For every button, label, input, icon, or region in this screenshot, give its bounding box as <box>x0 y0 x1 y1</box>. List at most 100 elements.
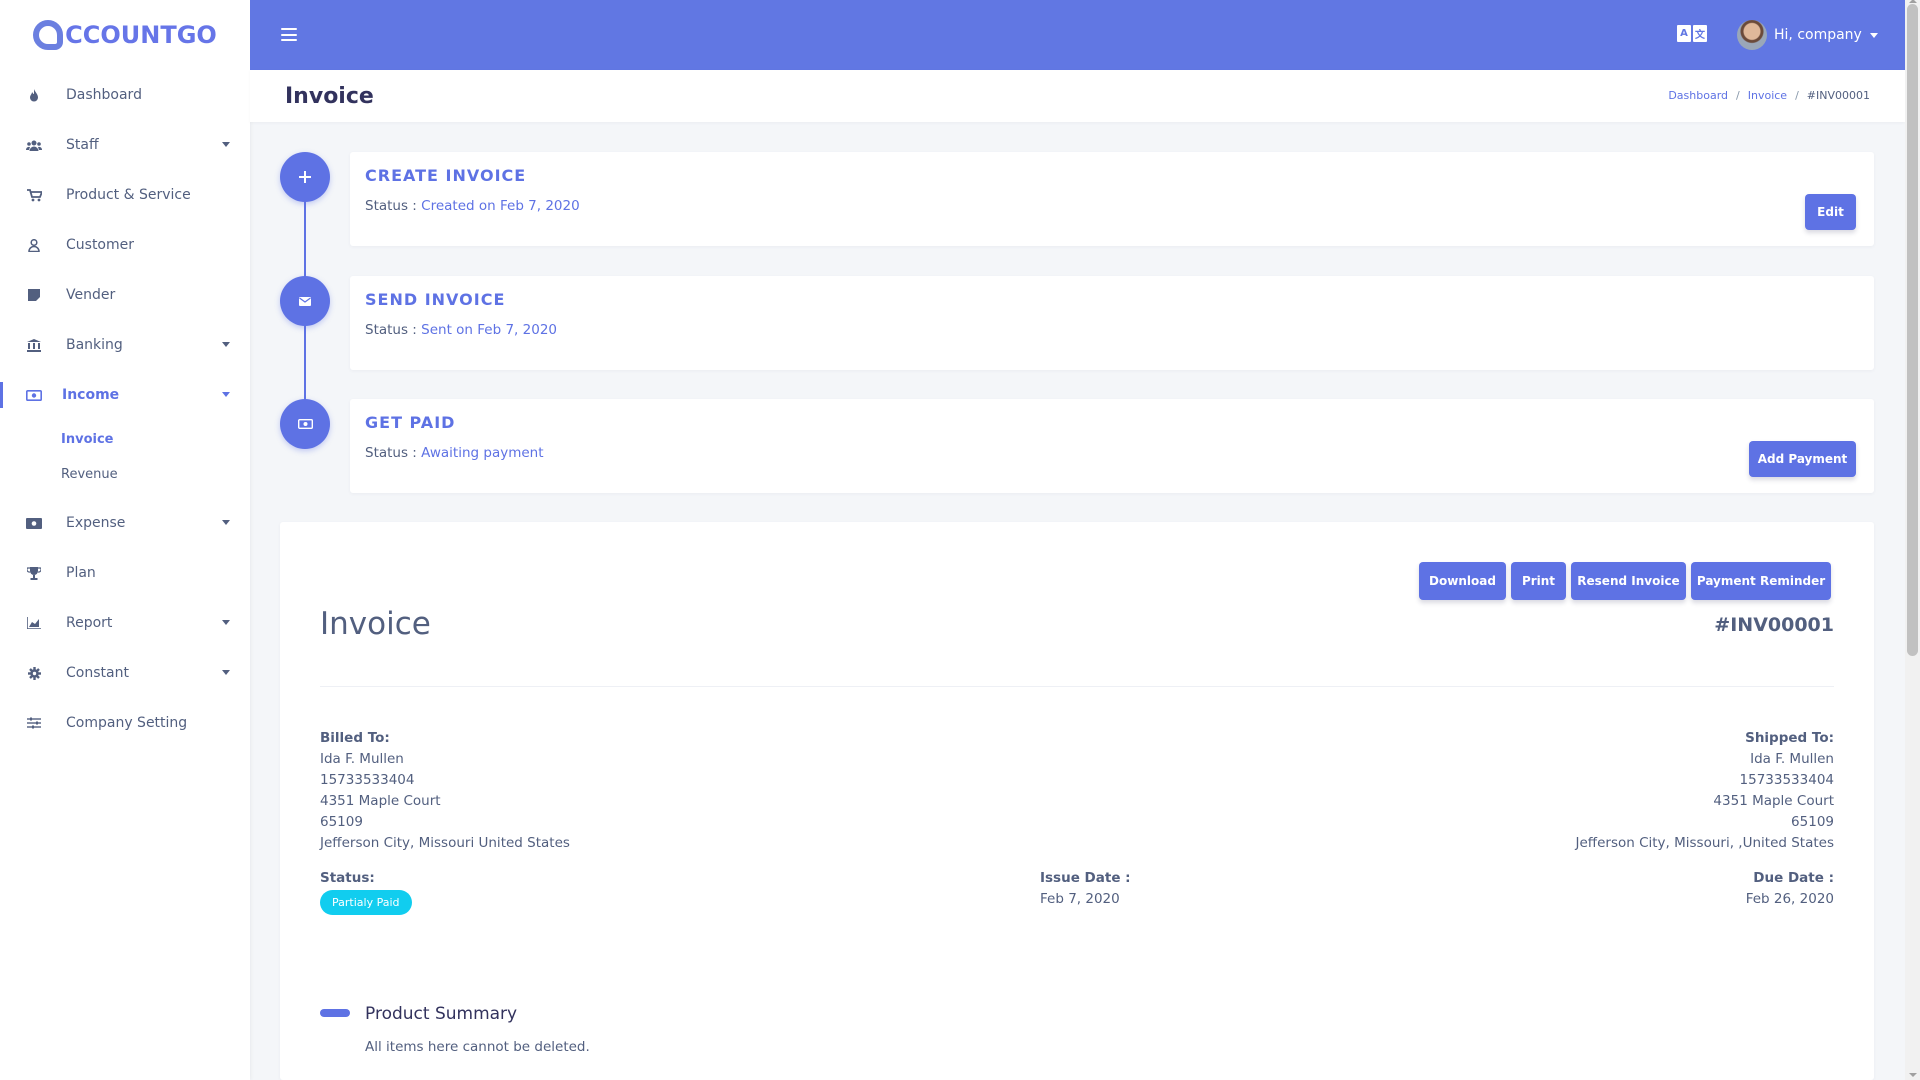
chevron-down-icon <box>222 620 230 625</box>
user-menu[interactable]: Hi, company <box>1737 20 1878 50</box>
sidebar-item-expense[interactable]: Expense <box>0 498 250 548</box>
payment-reminder-button[interactable]: Payment Reminder <box>1691 562 1831 600</box>
sidebar-item-label: Vender <box>66 287 116 303</box>
product-summary-title: Product Summary <box>365 1004 518 1024</box>
sidebar-item-company-setting[interactable]: Company Setting <box>0 698 250 748</box>
sidebar-item-constant[interactable]: Constant <box>0 648 250 698</box>
billed-to-zip: 65109 <box>320 814 363 830</box>
note-icon <box>26 287 42 303</box>
chevron-down-icon <box>222 142 230 147</box>
sidebar-item-product-service[interactable]: Product & Service <box>0 170 250 220</box>
sidebar-item-banking[interactable]: Banking <box>0 320 250 370</box>
page-scrollbar[interactable] <box>1905 0 1920 1080</box>
add-payment-button[interactable]: Add Payment <box>1749 441 1856 477</box>
status-block: Status: Partialy Paid <box>320 870 412 915</box>
product-summary-subtitle: All items here cannot be deleted. <box>365 1039 590 1055</box>
sidebar-item-vender[interactable]: Vender <box>0 270 250 320</box>
sidebar-item-staff[interactable]: Staff <box>0 120 250 170</box>
chevron-down-icon <box>222 342 230 347</box>
billed-to-phone: 15733533404 <box>320 772 415 788</box>
timeline-paid-status: Status : Awaiting payment <box>365 445 544 461</box>
topbar: A 文 Hi, company <box>250 0 1905 70</box>
chevron-down-icon <box>222 520 230 525</box>
breadcrumb-dashboard[interactable]: Dashboard <box>1668 89 1728 102</box>
user-icon <box>26 237 42 253</box>
sidebar-item-label: Company Setting <box>66 715 188 731</box>
brand-logo[interactable]: CCOUNTGO <box>0 0 250 70</box>
due-date-value: Feb 26, 2020 <box>1745 891 1834 907</box>
timeline-send-status: Status : Sent on Feb 7, 2020 <box>365 322 557 338</box>
shipped-to-block: Shipped To: Ida F. Mullen 15733533404 43… <box>1576 728 1835 854</box>
sidebar-subitem-invoice[interactable]: Invoice <box>0 422 250 457</box>
status-badge: Partialy Paid <box>320 890 412 915</box>
status-label: Status: <box>320 870 375 886</box>
billed-to-city: Jefferson City, Missouri United States <box>320 835 570 851</box>
chevron-down-icon <box>1869 32 1878 38</box>
timeline-paid-title: GET PAID <box>365 413 456 432</box>
page-title: Invoice <box>285 84 374 109</box>
breadcrumb-invoice[interactable]: Invoice <box>1748 89 1787 102</box>
page-header: Invoice Dashboard / Invoice / #INV00001 <box>250 70 1905 122</box>
timeline-send-title: SEND INVOICE <box>365 290 506 309</box>
envelope-icon <box>299 296 311 306</box>
sidebar-nav: Dashboard Staff Product & Service Custom… <box>0 70 250 748</box>
sidebar-item-income[interactable]: Income <box>0 370 250 420</box>
scrollbar-thumb[interactable] <box>1907 4 1918 656</box>
shipped-to-city: Jefferson City, Missouri, ,United States <box>1575 835 1835 851</box>
issue-date-block: Issue Date : Feb 7, 2020 <box>1040 870 1131 907</box>
summary-accent-bar <box>320 1009 350 1017</box>
print-button[interactable]: Print <box>1511 562 1566 600</box>
bank-icon <box>26 337 42 353</box>
chart-area-icon <box>26 615 42 631</box>
breadcrumb-separator: / <box>1736 89 1740 102</box>
timeline-create-card: CREATE INVOICE Status : Created on Feb 7… <box>350 152 1874 246</box>
users-icon <box>26 137 42 153</box>
avatar <box>1737 20 1767 50</box>
timeline-send-node <box>280 276 330 326</box>
sidebar-item-label: Staff <box>66 137 99 153</box>
chevron-down-icon <box>222 670 230 675</box>
plus-icon <box>299 171 311 183</box>
sidebar-item-label: Customer <box>66 237 135 253</box>
money-icon <box>26 387 42 403</box>
shipped-to-phone: 15733533404 <box>1739 772 1834 788</box>
billed-to-street: 4351 Maple Court <box>320 793 441 809</box>
scroll-down-icon[interactable] <box>1909 1073 1917 1077</box>
scroll-up-icon[interactable] <box>1909 0 1917 3</box>
sidebar-item-label: Dashboard <box>66 87 142 103</box>
breadcrumb-separator: / <box>1795 89 1799 102</box>
shipped-to-name: Ida F. Mullen <box>1750 751 1834 767</box>
invoice-card: Download Print Resend Invoice Payment Re… <box>280 522 1874 1080</box>
invoice-heading: Invoice <box>320 606 431 642</box>
chevron-down-icon <box>222 392 230 397</box>
breadcrumb: Dashboard / Invoice / #INV00001 <box>1668 89 1870 102</box>
sidebar-item-label: Product & Service <box>66 187 191 203</box>
timeline-send-card: SEND INVOICE Status : Sent on Feb 7, 202… <box>350 276 1874 370</box>
sidebar-item-label: Report <box>66 615 113 631</box>
sidebar-item-customer[interactable]: Customer <box>0 220 250 270</box>
sidebar-item-plan[interactable]: Plan <box>0 548 250 598</box>
edit-button[interactable]: Edit <box>1805 194 1856 230</box>
sidebar-item-dashboard[interactable]: Dashboard <box>0 70 250 120</box>
timeline-paid-node <box>280 399 330 449</box>
shipped-to-street: 4351 Maple Court <box>1713 793 1834 809</box>
timeline-create-node <box>280 152 330 202</box>
divider <box>320 686 1834 687</box>
income-submenu: Invoice Revenue <box>0 420 250 498</box>
sidebar-subitem-revenue[interactable]: Revenue <box>0 457 250 492</box>
sidebar-item-report[interactable]: Report <box>0 598 250 648</box>
resend-invoice-button[interactable]: Resend Invoice <box>1571 562 1686 600</box>
logo-text: CCOUNTGO <box>65 21 217 49</box>
sidebar: CCOUNTGO Dashboard Staff Product & Servi… <box>0 0 250 1080</box>
sidebar-item-label: Income <box>62 387 120 403</box>
money-icon <box>297 419 313 429</box>
billed-to-label: Billed To: <box>320 730 390 746</box>
issue-date-label: Issue Date : <box>1040 870 1131 886</box>
menu-toggle-icon[interactable] <box>281 28 297 41</box>
language-icon[interactable]: A 文 <box>1677 25 1707 42</box>
fire-icon <box>26 87 42 103</box>
due-date-label: Due Date : <box>1753 870 1834 886</box>
download-button[interactable]: Download <box>1419 562 1506 600</box>
due-date-block: Due Date : Feb 26, 2020 <box>1746 870 1834 907</box>
logo-mark-icon <box>33 20 64 50</box>
